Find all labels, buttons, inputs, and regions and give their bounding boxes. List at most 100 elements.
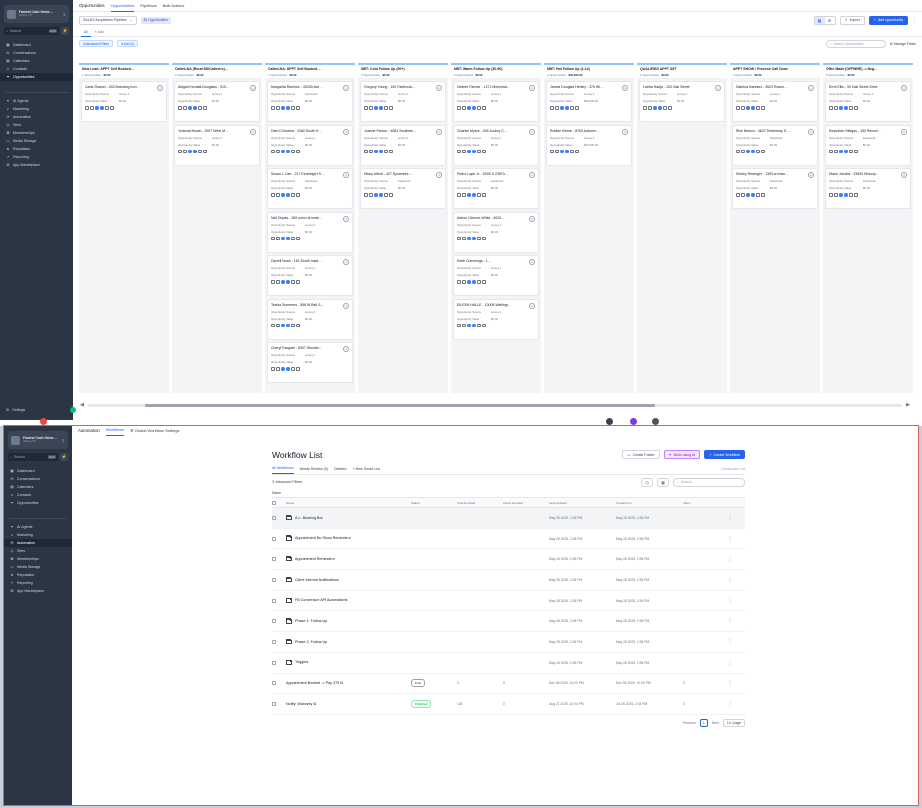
- phone-icon[interactable]: [364, 193, 368, 197]
- task-icon[interactable]: [291, 106, 295, 110]
- task-icon[interactable]: [756, 193, 760, 197]
- column-header-active-enrolled[interactable]: Active Enrolled: [503, 497, 549, 508]
- opportunity-card[interactable]: James Douglas Henley - 376 Wi… ☺ Opportuni…: [546, 81, 632, 122]
- folder-row[interactable]: Appointment No Show Reminders May 28 2025…: [272, 528, 745, 550]
- message-icon[interactable]: [183, 106, 187, 110]
- tag-icon[interactable]: [467, 149, 471, 153]
- phone-icon[interactable]: [457, 193, 461, 197]
- tab-opportunities[interactable]: Opportunities: [110, 0, 135, 12]
- tag-icon[interactable]: [281, 323, 285, 327]
- folder-row[interactable]: Phase 2: Follow-Up May 28 2025, 2:36 PM Ma…: [272, 631, 745, 653]
- calendar-icon[interactable]: [854, 106, 858, 110]
- new-smart-list-button[interactable]: + New Smart List: [352, 467, 379, 471]
- task-icon[interactable]: [756, 106, 760, 110]
- stage-header[interactable]: NBT: Warm Follow Up (30-90) 6 Opportuniti…: [451, 63, 541, 79]
- row-actions-icon[interactable]: ⋮: [715, 673, 745, 695]
- opportunity-search-input[interactable]: ⌕ Search Opportunities: [825, 39, 886, 48]
- folder-row[interactable]: FB Conversion API Automations May 28 2025…: [272, 590, 745, 612]
- calendar-icon[interactable]: [575, 106, 579, 110]
- stage-header[interactable]: New Lead: APPT Self Booked… 1 Opportuniti…: [79, 63, 169, 79]
- row-checkbox[interactable]: [272, 619, 276, 624]
- sidebar-item-reputation[interactable]: ★ Reputation: [4, 571, 72, 579]
- message-icon[interactable]: [90, 106, 94, 110]
- row-actions-icon[interactable]: ⋮: [715, 528, 745, 550]
- calendar-icon[interactable]: [482, 149, 486, 153]
- calendar-icon[interactable]: [761, 149, 765, 153]
- workflow-name[interactable]: Triggers: [295, 661, 308, 665]
- column-header-last-updated[interactable]: Last Updated: [549, 497, 616, 508]
- task-icon[interactable]: [477, 149, 481, 153]
- sidebar-item-marketing[interactable]: ➶ Marketing: [4, 531, 72, 539]
- workflow-row[interactable]: Notify: Warranty ⧉ Published 136 0 Aug 21 20…: [272, 693, 745, 715]
- advanced-filters-button[interactable]: ⚲ Advanced Filters: [79, 40, 114, 47]
- phone-icon[interactable]: [457, 236, 461, 240]
- message-icon[interactable]: [648, 106, 652, 110]
- sidebar-item-ai-agents[interactable]: ✦ AI Agents: [0, 97, 73, 105]
- contact-avatar-icon[interactable]: ☺: [529, 259, 535, 265]
- contact-avatar-icon[interactable]: ☺: [250, 85, 256, 91]
- sidebar-search[interactable]: ⌕ Search ctrl K: [8, 453, 58, 461]
- row-actions-icon[interactable]: ⋮: [715, 631, 745, 653]
- message-icon[interactable]: [741, 149, 745, 153]
- note-icon[interactable]: [286, 149, 290, 153]
- add-opportunity-button[interactable]: + Add opportunity: [868, 15, 908, 25]
- note-icon[interactable]: [844, 149, 848, 153]
- tag-icon[interactable]: [281, 149, 285, 153]
- column-header-status[interactable]: Status: [411, 497, 457, 508]
- row-checkbox[interactable]: [272, 681, 276, 686]
- workflow-name[interactable]: FB Conversion API Automations: [295, 599, 347, 603]
- sidebar-item-sites[interactable]: ◎ Sites: [0, 121, 73, 129]
- next-page-button[interactable]: Next: [712, 721, 719, 725]
- phone-icon[interactable]: [736, 193, 740, 197]
- row-actions-icon[interactable]: ⋮: [715, 590, 745, 612]
- contact-avatar-icon[interactable]: ☺: [901, 85, 907, 91]
- phone-icon[interactable]: [271, 323, 275, 327]
- account-switcher[interactable]: Fastest Cash Home… Albany, NY ⇕: [4, 5, 69, 23]
- pipeline-select[interactable]: SALES Acquisition Pipeline ⌄: [79, 15, 137, 25]
- phone-icon[interactable]: [829, 149, 833, 153]
- tag-icon[interactable]: [746, 193, 750, 197]
- opportunity-card[interactable]: Errol Ellis - 39 Oak Street Drive ☺ Opport…: [825, 81, 911, 122]
- message-icon[interactable]: [276, 323, 280, 327]
- tag-icon[interactable]: [374, 149, 378, 153]
- opportunity-card[interactable]: Darrell Nuan - 152 South madi… ☺ Opportuni…: [267, 255, 353, 296]
- phone-icon[interactable]: [178, 149, 182, 153]
- sidebar-item-reporting[interactable]: ↗ Reporting: [0, 153, 73, 161]
- opportunity-card[interactable]: Dam D'Andrea - 23a0 South H… ☺ Opportunity…: [267, 124, 353, 166]
- grid-view-icon[interactable]: ▦: [657, 477, 669, 487]
- row-actions-icon[interactable]: ⋮: [715, 610, 745, 633]
- workflow-name[interactable]: Client Internal Notifications: [295, 578, 339, 582]
- message-icon[interactable]: [276, 367, 280, 371]
- contact-avatar-icon[interactable]: ☺: [529, 85, 535, 91]
- import-button[interactable]: ⇪ Import: [839, 15, 865, 25]
- page-number-current[interactable]: 1: [699, 718, 708, 727]
- calendar-icon[interactable]: [482, 323, 486, 327]
- calendar-icon[interactable]: [482, 280, 486, 284]
- tab-needs-review[interactable]: Needs Review (0): [300, 467, 329, 471]
- account-switcher[interactable]: Fastest Cash Home… Albany, NY ⇕: [8, 431, 68, 449]
- task-icon[interactable]: [291, 193, 295, 197]
- opportunity-card[interactable]: Keith Cummings - 1… ☺ Opportunity Source su…: [453, 255, 539, 296]
- sidebar-item-media-storage[interactable]: ▭ Media Storage: [0, 137, 73, 145]
- contact-avatar-icon[interactable]: ☺: [250, 128, 256, 135]
- opportunity-card[interactable]: Latrita Hadja - 153 Oak Street ☺ Opportuni…: [639, 81, 725, 122]
- sidebar-search[interactable]: ⌕ Search ctrl K: [4, 27, 59, 35]
- note-icon[interactable]: [100, 106, 104, 110]
- row-checkbox[interactable]: [272, 640, 276, 645]
- stage-header[interactable]: NBT: Cold Follow Up (90+) 3 Opportunities…: [358, 63, 448, 79]
- phone-icon[interactable]: [457, 149, 461, 153]
- opportunity-card[interactable]: Delbert Farmer - 1271 Memorial… ☺ Opportun…: [453, 81, 539, 122]
- opportunity-card[interactable]: Nell Dupas - 189 union st mele… ☺ Opportun…: [267, 211, 353, 253]
- sidebar-item-media-storage[interactable]: ▭ Media Storage: [4, 563, 72, 571]
- row-checkbox[interactable]: [272, 598, 276, 603]
- contact-avatar-icon[interactable]: ☺: [343, 346, 349, 352]
- calendar-icon[interactable]: [854, 149, 858, 153]
- calendar-icon[interactable]: [668, 106, 672, 110]
- contact-avatar-icon[interactable]: ☺: [715, 85, 721, 91]
- stage-header[interactable]: Called-NA (Rural 5D/Called>x)… 2 Opportun…: [172, 63, 262, 79]
- contact-avatar-icon[interactable]: ☺: [529, 172, 535, 178]
- create-folder-button[interactable]: ▭ Create Folder: [622, 450, 660, 459]
- message-icon[interactable]: [369, 149, 373, 153]
- phone-icon[interactable]: [271, 236, 275, 240]
- stage-header[interactable]: APPT SHOW / Process Call Done 4 Opportuni…: [730, 63, 820, 79]
